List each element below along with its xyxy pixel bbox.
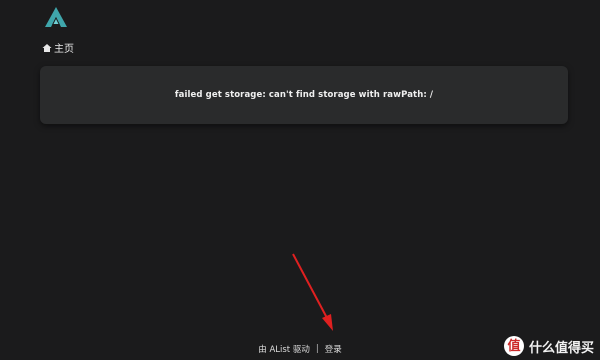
footer-separator: |: [315, 344, 319, 354]
annotation-arrow: [292, 253, 333, 331]
breadcrumb: 主页: [42, 40, 74, 55]
error-message: failed get storage: can't find storage w…: [174, 90, 434, 100]
watermark-text: 什么值得买: [528, 340, 594, 356]
app-page: 主页 failed get storage: can't find storag…: [0, 0, 600, 360]
alist-logo-icon[interactable]: [44, 6, 68, 28]
breadcrumb-home-link[interactable]: 主页: [54, 40, 74, 55]
powered-by-link[interactable]: 由 AList 驱动: [258, 343, 310, 355]
watermark-badge: 值: [503, 336, 524, 356]
error-card: failed get storage: can't find storage w…: [40, 66, 568, 124]
login-link[interactable]: 登录: [325, 343, 342, 355]
watermark: 值 什么值得买: [503, 336, 594, 356]
home-icon: [42, 43, 52, 52]
